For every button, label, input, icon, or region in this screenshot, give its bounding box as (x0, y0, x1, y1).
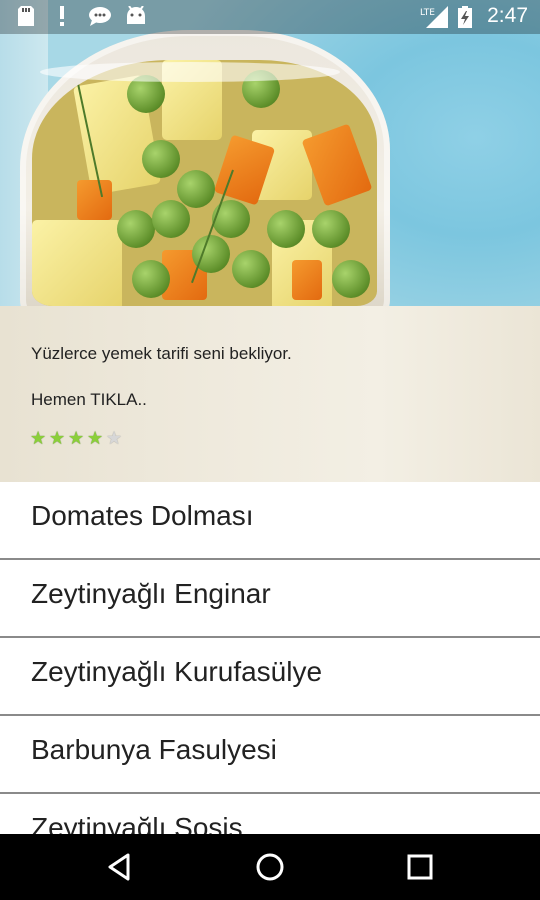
battery-charging-icon (458, 6, 472, 28)
promo-cta[interactable]: Hemen TIKLA.. (31, 390, 147, 410)
list-item[interactable]: Zeytinyağlı Kurufasülye (0, 638, 540, 716)
list-item-label: Barbunya Fasulyesi (31, 734, 277, 765)
list-item-label: Zeytinyağlı Enginar (31, 578, 271, 609)
list-item-label: Zeytinyağlı Kurufasülye (31, 656, 323, 687)
chat-icon (88, 6, 112, 28)
status-time: 2:47 (487, 4, 528, 27)
list-item[interactable]: Domates Dolması (0, 482, 540, 560)
back-icon[interactable] (102, 849, 138, 885)
home-icon[interactable] (252, 849, 288, 885)
status-bar: LTE 2:47 (0, 0, 540, 34)
star-icon: ★ (49, 428, 66, 449)
promo-text: Yüzlerce yemek tarifi seni bekliyor. (31, 344, 292, 363)
star-icon: ★ (87, 428, 104, 449)
list-item[interactable]: Zeytinyağlı Enginar (0, 560, 540, 638)
android-icon (125, 5, 147, 28)
navigation-bar (0, 834, 540, 900)
sd-card-icon (18, 6, 34, 28)
star-icon: ★ (30, 428, 47, 449)
star-icon: ★ (68, 428, 85, 449)
recipe-list[interactable]: Domates Dolması Zeytinyağlı Enginar Zeyt… (0, 482, 540, 834)
svg-text:LTE: LTE (420, 8, 435, 18)
alert-icon (58, 6, 66, 28)
header-food-image (0, 0, 540, 306)
list-item-label: Domates Dolması (31, 500, 254, 531)
star-empty-icon: ★ (106, 428, 123, 449)
list-item[interactable]: Zeytinyağlı Sosis (0, 794, 540, 834)
promo-banner[interactable]: Yüzlerce yemek tarifi seni bekliyor. Hem… (0, 306, 540, 482)
list-item[interactable]: Barbunya Fasulyesi (0, 716, 540, 794)
list-item-label: Zeytinyağlı Sosis (31, 812, 243, 834)
signal-icon: LTE (420, 6, 448, 28)
recents-icon[interactable] (402, 849, 438, 885)
rating-stars: ★ ★ ★ ★ ★ (30, 430, 125, 450)
